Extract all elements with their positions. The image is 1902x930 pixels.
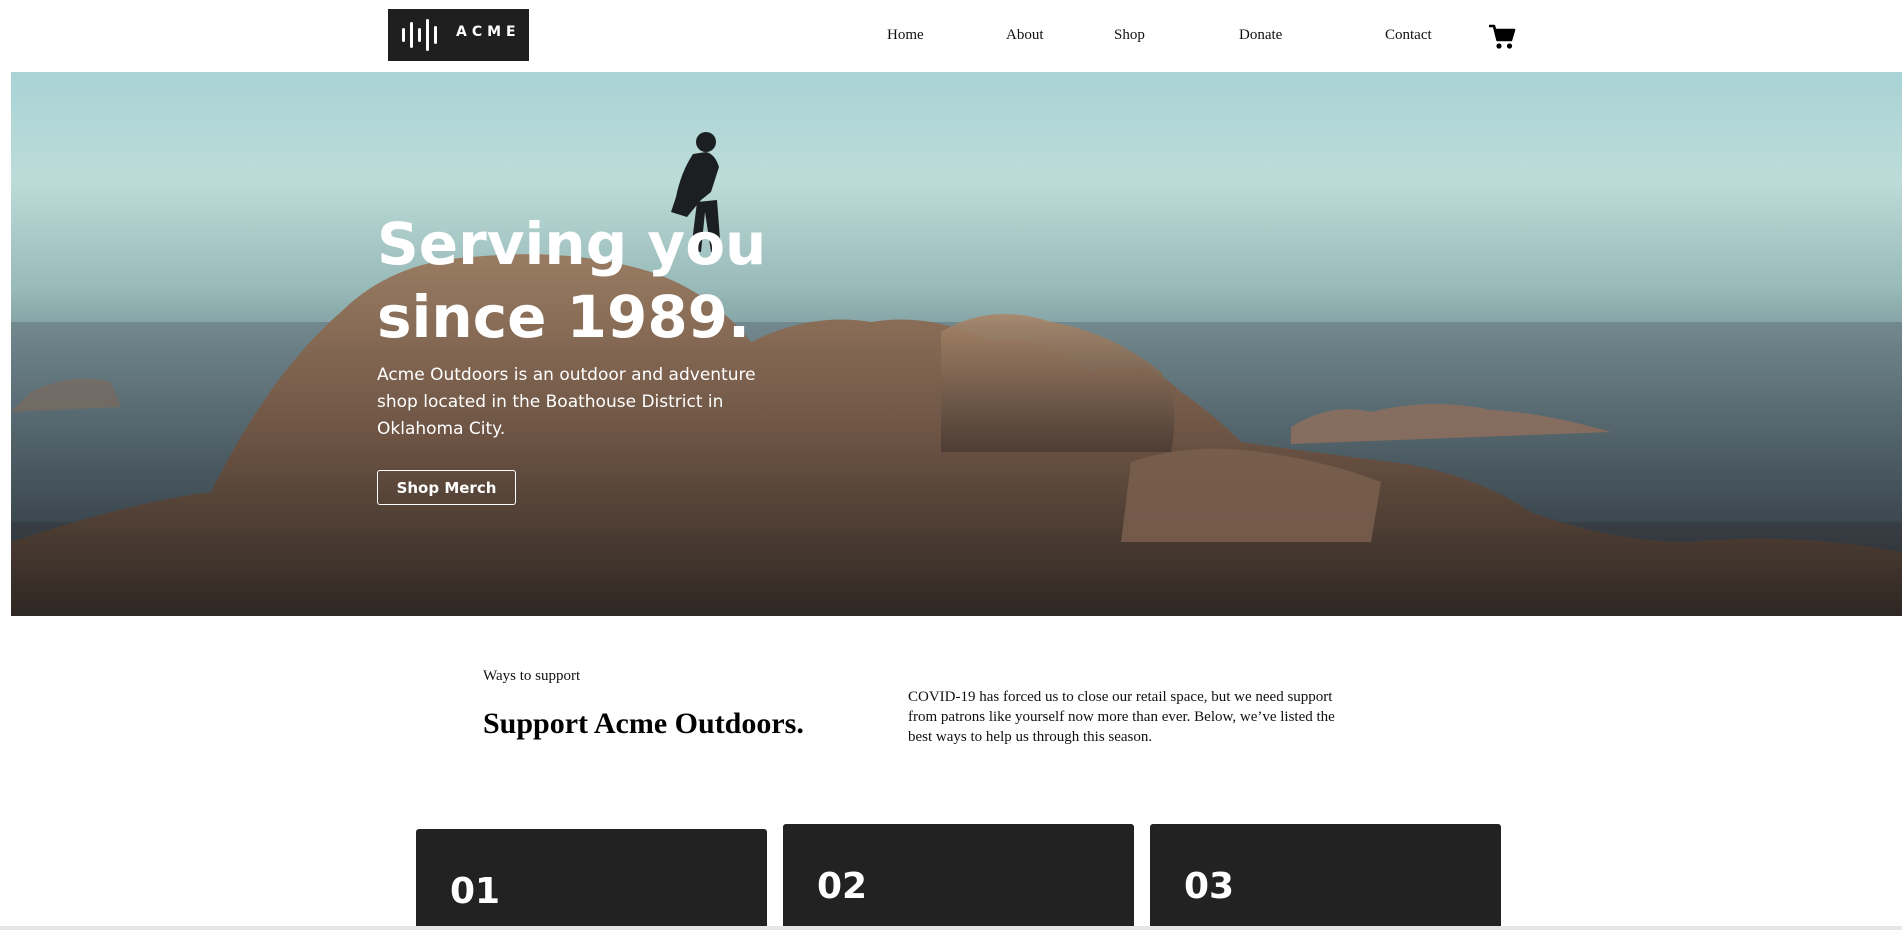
card-number: 01 <box>450 871 501 912</box>
main-nav: Home About Shop Donate Contact <box>0 0 1902 72</box>
hero-section: Serving you since 1989. Acme Outdoors is… <box>11 72 1902 616</box>
nav-donate-link[interactable]: Donate <box>1239 27 1282 44</box>
support-card-2[interactable]: 02 <box>783 824 1134 930</box>
shopping-cart-icon[interactable] <box>1488 24 1516 50</box>
support-card-3[interactable]: 03 <box>1150 824 1501 930</box>
support-description: COVID-19 has forced us to close our reta… <box>908 689 1335 745</box>
hero-background-image <box>11 132 1902 616</box>
support-title: Support Acme Outdoors. <box>483 707 804 740</box>
hero-title-line-2: since 1989. <box>377 283 751 351</box>
site-header: ACME Home About Shop Donate Contact <box>0 0 1902 72</box>
card-number: 03 <box>1184 866 1235 907</box>
hero-title: Serving you since 1989. <box>377 208 797 354</box>
nav-home-link[interactable]: Home <box>887 27 924 44</box>
horizontal-scrollbar[interactable] <box>0 926 1902 930</box>
hero-title-line-1: Serving you <box>377 210 767 278</box>
support-card-1[interactable]: 01 <box>416 829 767 930</box>
nav-about-link[interactable]: About <box>1006 27 1044 44</box>
card-number: 02 <box>817 866 868 907</box>
nav-contact-link[interactable]: Contact <box>1385 27 1432 44</box>
hero-description: Acme Outdoors is an outdoor and adventur… <box>377 365 756 439</box>
support-eyebrow: Ways to support <box>483 668 581 684</box>
shop-merch-button[interactable]: Shop Merch <box>377 470 516 505</box>
nav-shop-link[interactable]: Shop <box>1114 27 1145 44</box>
